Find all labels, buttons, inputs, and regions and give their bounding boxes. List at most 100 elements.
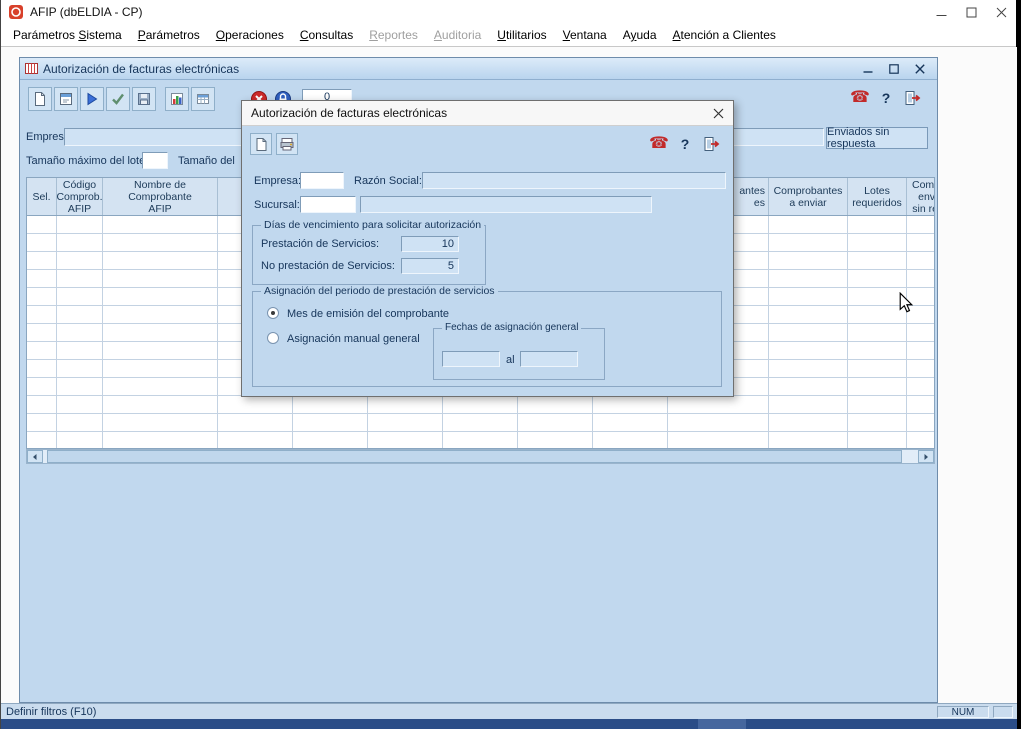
fecha-hasta-field [520,351,578,367]
bar-columns-icon [169,91,185,107]
vencimiento-legend: Días de vencimiento para solicitar autor… [261,219,484,231]
scrollbar-thumb[interactable] [47,450,902,463]
new-document-icon [32,91,48,107]
save-button[interactable] [132,87,156,111]
run-icon [84,91,100,107]
dialog-print-button[interactable] [276,133,298,155]
exit-button[interactable] [901,87,923,109]
mouse-cursor [898,292,914,314]
no-prestacion-label: No prestación de Servicios: [261,260,395,272]
printer-icon [279,136,295,152]
prestacion-label: Prestación de Servicios: [261,238,379,250]
menu-item[interactable]: Parámetros Sistema [5,25,130,45]
exit-icon [903,89,921,107]
dialog-title: Autorización de facturas electrónicas [251,106,447,120]
dialog-support-button[interactable]: ☎ [648,133,670,155]
support-button[interactable]: ☎ [849,87,871,109]
table-header-cell[interactable]: Sel. [27,178,57,215]
grid-button[interactable] [191,87,215,111]
phone-icon: ☎ [850,90,870,106]
asignacion-group: Asignación del periodo de prestación de … [252,291,722,387]
tamano-lote-label: Tamaño máximo del lote: [26,155,148,167]
help-icon: ? [681,136,690,152]
titlebar[interactable]: AFIP (dbELDIA - CP) [1,0,1016,24]
table-header-cell[interactable]: Comprobantesa enviar [769,178,848,215]
fecha-desde-field [442,351,500,367]
column-separator [56,216,57,448]
authorization-dialog: Autorización de facturas electrónicas ☎ … [241,100,734,397]
run-button[interactable] [80,87,104,111]
column-separator [906,216,907,448]
no-prestacion-value-field[interactable]: 5 [401,258,459,274]
taskbar-strip [1,719,1017,729]
radio-asignacion-manual[interactable] [267,332,279,344]
status-text: Definir filtros (F10) [6,706,96,718]
taskbar-segment [698,719,746,729]
menu-item[interactable]: Ayuda [615,25,665,45]
close-button[interactable] [986,0,1016,24]
table-header-cell[interactable]: Lotesrequeridos [848,178,907,215]
statusbar: Definir filtros (F10) NUM [1,703,1017,719]
new-record-button[interactable] [28,87,52,111]
check-icon [110,91,126,107]
app-icon [8,4,24,20]
exit-icon [702,135,720,153]
fechas-legend: Fechas de asignación general [442,322,581,333]
tamano-partial-label: Tamaño del [178,155,235,167]
minimize-button[interactable] [926,0,956,24]
dialog-help-button[interactable]: ? [674,133,696,155]
form-properties-icon [58,91,74,107]
radio-mes-emision-label: Mes de emisión del comprobante [287,308,449,320]
num-lock-indicator: NUM [937,706,989,718]
menu-item: Reportes [361,25,426,45]
child-titlebar[interactable]: Autorización de facturas electrónicas [20,58,937,80]
child-minimize-button[interactable] [860,61,876,77]
child-window-title: Autorización de facturas electrónicas [43,62,239,76]
dialog-new-button[interactable] [250,133,272,155]
table-header-cell[interactable]: Nombre deComprobanteAFIP [103,178,218,215]
radio-asignacion-manual-label: Asignación manual general [287,333,420,345]
child-close-button[interactable] [912,61,928,77]
column-separator [768,216,769,448]
grid-table-icon [195,91,211,107]
column-separator [217,216,218,448]
table-header-cell[interactable]: Comprobaenviadosin respue [907,178,935,215]
tamano-lote-field[interactable] [142,152,168,169]
menu-item[interactable]: Parámetros [130,25,208,45]
column-separator [102,216,103,448]
status-empty-panel [993,706,1013,718]
dialog-empresa-label: Empresa: [254,175,301,187]
maximize-button[interactable] [956,0,986,24]
confirm-button[interactable] [106,87,130,111]
menu-item[interactable]: Operaciones [208,25,292,45]
dialog-titlebar[interactable]: Autorización de facturas electrónicas [242,101,733,126]
radio-mes-emision[interactable] [267,307,279,319]
app-window: AFIP (dbELDIA - CP) Parámetros SistemaPa… [0,0,1016,729]
horizontal-scrollbar[interactable] [26,449,935,464]
dialog-exit-button[interactable] [700,133,722,155]
sucursal-name-field [360,196,652,213]
help-button[interactable]: ? [875,87,897,109]
prestacion-value-field[interactable]: 10 [401,236,459,252]
menu-item[interactable]: Atención a Clientes [665,25,784,45]
table-header-cell[interactable]: CódigoComprob.AFIP [57,178,103,215]
dialog-empresa-field[interactable] [300,172,344,189]
properties-button[interactable] [54,87,78,111]
lots-button[interactable] [165,87,189,111]
scroll-right-button[interactable] [918,450,934,463]
scroll-left-button[interactable] [27,450,43,463]
sucursal-field[interactable] [300,196,356,213]
menubar: Parámetros SistemaParámetrosOperacionesC… [1,24,1016,47]
help-icon: ? [882,90,891,106]
menu-item[interactable]: Ventana [555,25,615,45]
menu-item[interactable]: Consultas [292,25,361,45]
child-maximize-button[interactable] [886,61,902,77]
vencimiento-group: Días de vencimiento para solicitar autor… [252,225,486,285]
al-label: al [506,354,515,366]
fechas-group: Fechas de asignación general al [433,328,605,380]
new-document-icon [254,137,269,152]
menu-item[interactable]: Utilitarios [489,25,554,45]
dialog-close-button[interactable] [703,101,733,125]
razon-social-field [422,172,726,189]
enviados-sin-respuesta-button[interactable]: Enviados sin respuesta [826,127,928,149]
